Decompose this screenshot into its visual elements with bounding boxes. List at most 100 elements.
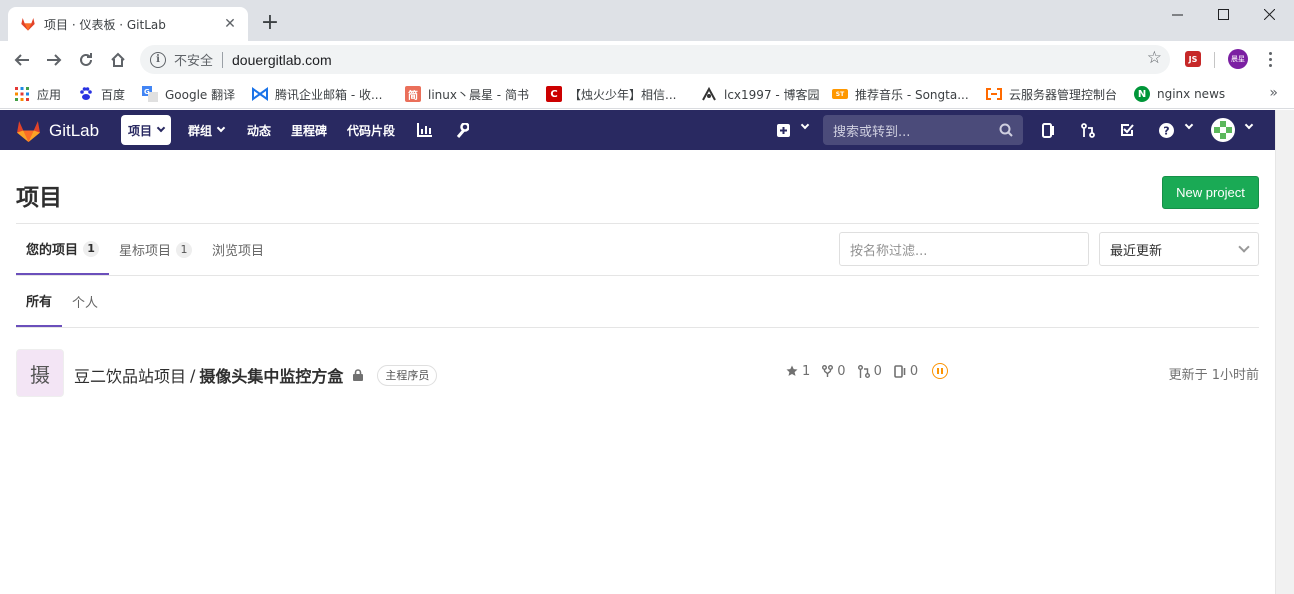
svg-text:?: ? [1163, 124, 1169, 137]
project-full-name[interactable]: 豆二饮品站项目 / 摄像头集中监控方盒 主程序员 [74, 363, 438, 387]
nav-activity-label: 动态 [247, 123, 272, 138]
role-badge: 主程序员 [377, 364, 438, 386]
project-scope-tabs: 您的项目 1 星标项目 1 浏览项目 [16, 224, 274, 276]
tab-explore-projects[interactable]: 浏览项目 [202, 224, 274, 275]
browser-menu-icon[interactable] [1262, 49, 1278, 69]
bookmark-tencent-mail[interactable]: 腾讯企业邮箱 - 收... [252, 84, 382, 104]
bookmark-star-icon[interactable]: ☆ [1147, 50, 1162, 67]
gitlab-logo-icon [17, 121, 40, 142]
gitlab-home-link[interactable]: GitLab [16, 119, 99, 142]
nav-activity[interactable]: 动态 [240, 115, 278, 145]
chevron-down-icon[interactable] [1244, 120, 1254, 130]
pipeline-paused-icon[interactable] [932, 363, 949, 379]
gitlab-top-nav: GitLab 项目 群组 动态 里程碑 代码片段 搜索或转到... ? [0, 110, 1275, 150]
project-row: 摄 豆二饮品站项目 / 摄像头集中监控方盒 主程序员 1 0 0 0 更新于 1… [16, 349, 1259, 397]
nginx-icon: N [1134, 86, 1150, 102]
info-icon[interactable]: i [150, 51, 166, 68]
profile-avatar[interactable]: 晨星 [1228, 49, 1248, 69]
tab-starred-projects[interactable]: 星标项目 1 [109, 224, 202, 275]
issues-icon [894, 364, 906, 378]
toolbar-divider [1214, 52, 1215, 68]
project-stats: 1 0 0 0 [786, 363, 949, 379]
forward-arrow-icon[interactable] [41, 47, 67, 73]
nav-projects[interactable]: 项目 [121, 115, 172, 145]
bookmark-nginx[interactable]: N nginx news [1134, 84, 1225, 104]
bookmark-apps[interactable]: 应用 [14, 84, 61, 104]
tab-all[interactable]: 所有 [16, 276, 63, 327]
url-text[interactable]: douergitlab.com [232, 52, 332, 68]
tab-your-projects[interactable]: 您的项目 1 [16, 224, 110, 275]
issues-count[interactable]: 0 [894, 364, 918, 379]
home-icon[interactable] [105, 47, 131, 73]
chevron-down-icon[interactable] [1184, 120, 1194, 130]
nav-groups-label: 群组 [188, 123, 213, 138]
address-bar[interactable]: i 不安全 douergitlab.com ☆ [140, 45, 1170, 74]
bookmark-label: Google 翻译 [165, 87, 236, 102]
tab-label: 星标项目 [119, 244, 172, 259]
bookmark-label: linux丶晨星 - 简书 [428, 87, 529, 102]
minimize-icon[interactable] [1154, 0, 1200, 28]
close-tab-icon[interactable]: ✕ [222, 16, 238, 32]
analytics-chart-icon[interactable] [414, 120, 434, 140]
search-icon [999, 123, 1013, 137]
svg-text:G: G [144, 88, 150, 96]
bookmark-label: 推荐音乐 - Songta... [855, 87, 969, 102]
nav-groups[interactable]: 群组 [181, 115, 231, 145]
songtaste-icon: ST [832, 89, 848, 99]
count-badge: 1 [176, 241, 193, 258]
bookmark-google-translate[interactable]: G Google 翻译 [142, 84, 235, 104]
bookmark-baidu[interactable]: 百度 [78, 84, 125, 104]
namespace-separator: / [190, 365, 196, 385]
new-plus-icon[interactable] [773, 120, 793, 140]
more-bookmarks-icon[interactable]: » [1269, 85, 1278, 101]
search-input[interactable]: 搜索或转到... [823, 115, 1023, 145]
tencent-mail-icon [252, 86, 268, 102]
bookmark-label: 腾讯企业邮箱 - 收... [275, 87, 383, 102]
window-close-icon[interactable] [1246, 0, 1292, 28]
bookmark-jianshu[interactable]: 简 linux丶晨星 - 简书 [405, 84, 529, 104]
back-arrow-icon[interactable] [9, 47, 35, 73]
tab-personal[interactable]: 个人 [62, 276, 108, 327]
merge-request-icon[interactable] [1078, 120, 1098, 140]
bookmark-aliyun[interactable]: 云服务器管理控制台 [986, 84, 1117, 104]
bookmark-label: 百度 [101, 87, 126, 102]
lock-icon [353, 369, 364, 381]
tab-label: 浏览项目 [212, 244, 265, 259]
bookmark-label: 云服务器管理控制台 [1009, 87, 1118, 102]
issues-value: 0 [909, 363, 919, 379]
bookmark-csdn[interactable]: C 【烛火少年】相信... [546, 84, 676, 104]
chevron-down-icon[interactable] [800, 120, 810, 130]
admin-wrench-icon[interactable] [452, 120, 472, 140]
updated-timestamp: 更新于 1小时前 [1168, 368, 1259, 383]
nav-milestones[interactable]: 里程碑 [284, 115, 334, 145]
filter-by-name-input[interactable]: 按名称过滤... [839, 232, 1089, 266]
reload-icon[interactable] [73, 47, 99, 73]
chevron-down-icon [216, 123, 226, 133]
merge-requests-count[interactable]: 0 [857, 364, 882, 379]
new-project-button[interactable]: New project [1162, 176, 1259, 209]
page-scrollbar[interactable] [1275, 110, 1294, 594]
todos-check-icon[interactable] [1117, 120, 1137, 140]
nav-projects-label: 项目 [128, 123, 153, 138]
bookmark-label: lcx1997 - 博客园 [724, 87, 820, 102]
count-badge: 1 [83, 240, 100, 257]
bookmark-songtaste[interactable]: ST 推荐音乐 - Songta... [832, 84, 969, 104]
chevron-down-icon [156, 123, 166, 133]
js-extension-icon[interactable]: JS [1185, 51, 1201, 67]
tab-label: 您的项目 [26, 243, 79, 258]
forks-count[interactable]: 0 [822, 364, 846, 379]
new-tab-icon[interactable]: + [258, 11, 282, 35]
nav-snippets-label: 代码片段 [347, 123, 396, 138]
nav-snippets[interactable]: 代码片段 [340, 115, 402, 145]
help-question-icon[interactable]: ? [1156, 120, 1176, 140]
browser-tab[interactable]: 项目 · 仪表板 · GitLab ✕ [8, 7, 248, 41]
project-avatar[interactable]: 摄 [16, 349, 64, 397]
user-avatar-icon[interactable] [1211, 118, 1235, 142]
project-namespace: 豆二饮品站项目 [74, 367, 187, 386]
maximize-icon[interactable] [1200, 0, 1246, 28]
google-translate-icon: G [142, 86, 158, 102]
stars-count[interactable]: 1 [786, 364, 810, 379]
bookmark-cnblogs[interactable]: lcx1997 - 博客园 [701, 84, 820, 104]
issues-panel-icon[interactable] [1039, 120, 1059, 140]
sort-dropdown[interactable]: 最近更新 [1099, 232, 1259, 266]
